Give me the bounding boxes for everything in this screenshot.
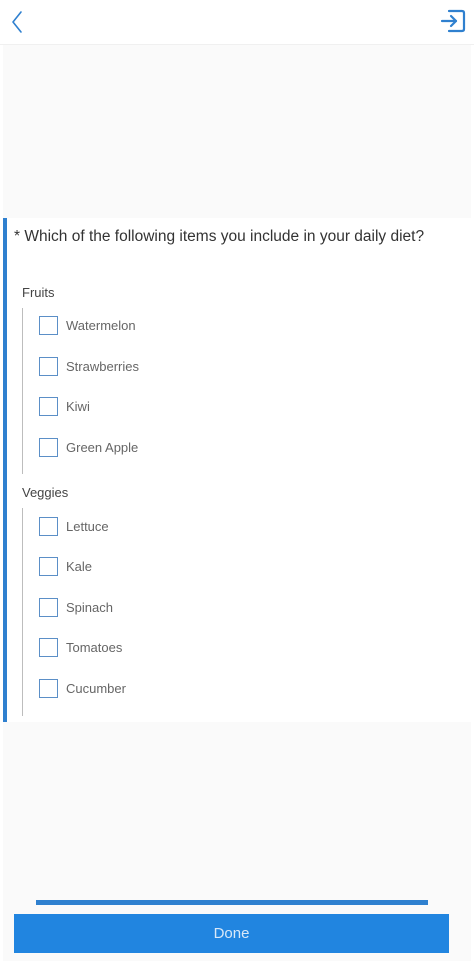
option-spinach[interactable]: Spinach — [39, 596, 113, 618]
option-label: Kiwi — [66, 398, 90, 414]
option-label: Tomatoes — [66, 639, 123, 655]
option-kiwi[interactable]: Kiwi — [39, 395, 90, 417]
checkbox[interactable] — [39, 637, 58, 657]
group-title-veggies: Veggies — [22, 485, 69, 500]
option-kale[interactable]: Kale — [39, 555, 92, 577]
group-divider-fruits — [22, 308, 23, 474]
question-text: * Which of the following items you inclu… — [14, 228, 425, 245]
option-watermelon[interactable]: Watermelon — [39, 314, 136, 336]
option-label: Strawberries — [66, 358, 139, 374]
option-tomatoes[interactable]: Tomatoes — [39, 636, 122, 658]
group-divider-veggies — [22, 508, 23, 716]
checkbox[interactable] — [39, 356, 58, 376]
question-accent-bar — [3, 218, 7, 722]
checkbox[interactable] — [39, 315, 58, 335]
top-bar — [0, 0, 474, 45]
back-button[interactable] — [6, 8, 30, 36]
checkbox[interactable] — [39, 437, 58, 457]
option-green-apple[interactable]: Green Apple — [39, 436, 138, 458]
option-label: Green Apple — [66, 439, 139, 455]
checkbox[interactable] — [39, 556, 58, 576]
progress-bar — [36, 900, 428, 905]
option-label: Lettuce — [66, 518, 109, 534]
sign-out-icon — [440, 9, 466, 33]
option-label: Watermelon — [66, 317, 136, 333]
exit-button[interactable] — [440, 8, 466, 34]
option-strawberries[interactable]: Strawberries — [39, 355, 139, 377]
option-label: Spinach — [66, 599, 113, 615]
option-label: Kale — [66, 558, 93, 574]
done-button[interactable]: Done — [14, 914, 449, 953]
option-lettuce[interactable]: Lettuce — [39, 515, 109, 537]
option-cucumber[interactable]: Cucumber — [39, 677, 126, 699]
checkbox[interactable] — [39, 597, 58, 617]
group-title-fruits: Fruits — [22, 285, 55, 300]
checkbox[interactable] — [39, 396, 58, 416]
checkbox[interactable] — [39, 516, 58, 536]
chevron-left-icon — [12, 11, 22, 33]
question-card: * Which of the following items you inclu… — [3, 218, 471, 722]
option-label: Cucumber — [66, 680, 126, 696]
checkbox[interactable] — [39, 678, 58, 698]
